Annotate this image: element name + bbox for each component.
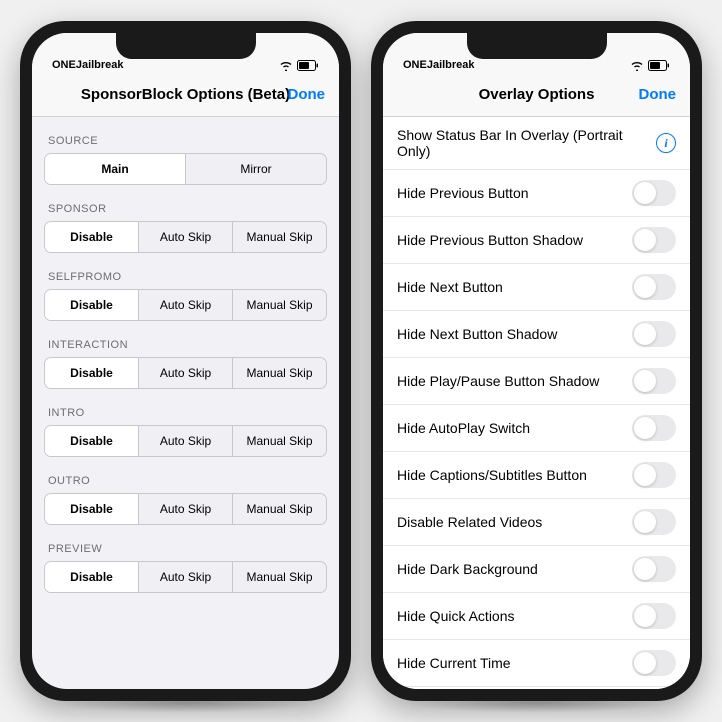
wifi-icon	[630, 60, 644, 71]
segment-option[interactable]: Disable	[45, 562, 139, 592]
segment-option[interactable]: Mirror	[186, 154, 326, 184]
row-label: Hide Current Time	[397, 655, 632, 671]
settings-row[interactable]: Hide Captions/Subtitles Button	[383, 452, 690, 499]
status-icons	[279, 60, 319, 71]
toggle-switch[interactable]	[632, 274, 676, 300]
toggle-switch[interactable]	[632, 556, 676, 582]
segment-option[interactable]: Manual Skip	[233, 290, 326, 320]
segment-option[interactable]: Disable	[45, 222, 139, 252]
settings-row[interactable]: Hide Duration	[383, 687, 690, 689]
info-icon[interactable]: i	[656, 133, 676, 153]
carrier-label: ONEJailbreak	[403, 59, 475, 71]
screen-right: ONEJailbreak Overlay Options Done Show S…	[383, 33, 690, 689]
row-label: Hide Previous Button	[397, 185, 632, 201]
status-icons	[630, 60, 670, 71]
row-label: Hide Next Button	[397, 279, 632, 295]
toggle-switch[interactable]	[632, 227, 676, 253]
settings-row[interactable]: Hide Next Button	[383, 264, 690, 311]
segmented-control[interactable]: DisableAuto SkipManual Skip	[44, 289, 327, 321]
settings-row[interactable]: Hide Previous Button	[383, 170, 690, 217]
done-button[interactable]: Done	[288, 86, 326, 103]
page-title: SponsorBlock Options (Beta)	[81, 86, 290, 103]
row-label: Hide Next Button Shadow	[397, 326, 632, 342]
settings-content[interactable]: SOURCEMainMirrorSPONSORDisableAuto SkipM…	[32, 117, 339, 689]
row-label: Hide Captions/Subtitles Button	[397, 467, 632, 483]
segment-option[interactable]: Main	[45, 154, 186, 184]
segment-option[interactable]: Manual Skip	[233, 358, 326, 388]
section-header: INTERACTION	[32, 321, 339, 357]
phone-right: ONEJailbreak Overlay Options Done Show S…	[371, 21, 702, 701]
segmented-control[interactable]: MainMirror	[44, 153, 327, 185]
wifi-icon	[279, 60, 293, 71]
segment-option[interactable]: Disable	[45, 290, 139, 320]
nav-bar: SponsorBlock Options (Beta) Done	[32, 73, 339, 117]
row-label: Hide Play/Pause Button Shadow	[397, 373, 632, 389]
toggle-switch[interactable]	[632, 603, 676, 629]
section-header: SELFPROMO	[32, 253, 339, 289]
toggle-switch[interactable]	[632, 180, 676, 206]
segmented-control[interactable]: DisableAuto SkipManual Skip	[44, 357, 327, 389]
segment-option[interactable]: Disable	[45, 358, 139, 388]
segment-option[interactable]: Manual Skip	[233, 426, 326, 456]
battery-icon	[648, 60, 670, 71]
segmented-control[interactable]: DisableAuto SkipManual Skip	[44, 221, 327, 253]
settings-row[interactable]: Disable Related Videos	[383, 499, 690, 546]
status-bar: ONEJailbreak	[32, 33, 339, 73]
settings-row[interactable]: Hide AutoPlay Switch	[383, 405, 690, 452]
phone-left: ONEJailbreak SponsorBlock Options (Beta)…	[20, 21, 351, 701]
section-header: SPONSOR	[32, 185, 339, 221]
segment-option[interactable]: Auto Skip	[139, 358, 233, 388]
segment-option[interactable]: Manual Skip	[233, 222, 326, 252]
toggle-switch[interactable]	[632, 415, 676, 441]
row-label: Hide Quick Actions	[397, 608, 632, 624]
segment-option[interactable]: Auto Skip	[139, 562, 233, 592]
screen-left: ONEJailbreak SponsorBlock Options (Beta)…	[32, 33, 339, 689]
carrier-label: ONEJailbreak	[52, 59, 124, 71]
section-header: INTRO	[32, 389, 339, 425]
segmented-control[interactable]: DisableAuto SkipManual Skip	[44, 561, 327, 593]
row-label: Disable Related Videos	[397, 514, 632, 530]
battery-icon	[297, 60, 319, 71]
nav-bar: Overlay Options Done	[383, 73, 690, 117]
segment-option[interactable]: Disable	[45, 426, 139, 456]
settings-row[interactable]: Show Status Bar In Overlay (Portrait Onl…	[383, 117, 690, 170]
segment-option[interactable]: Manual Skip	[233, 494, 326, 524]
segment-option[interactable]: Manual Skip	[233, 562, 326, 592]
segmented-control[interactable]: DisableAuto SkipManual Skip	[44, 425, 327, 457]
toggle-switch[interactable]	[632, 321, 676, 347]
segment-option[interactable]: Auto Skip	[139, 222, 233, 252]
row-label: Hide Dark Background	[397, 561, 632, 577]
segment-option[interactable]: Auto Skip	[139, 426, 233, 456]
section-header: PREVIEW	[32, 525, 339, 561]
settings-row[interactable]: Hide Current Time	[383, 640, 690, 687]
status-bar: ONEJailbreak	[383, 33, 690, 73]
segment-option[interactable]: Auto Skip	[139, 290, 233, 320]
row-label: Hide Previous Button Shadow	[397, 232, 632, 248]
row-label: Show Status Bar In Overlay (Portrait Onl…	[397, 127, 656, 159]
settings-content[interactable]: Show Status Bar In Overlay (Portrait Onl…	[383, 117, 690, 689]
settings-row[interactable]: Hide Play/Pause Button Shadow	[383, 358, 690, 405]
row-label: Hide AutoPlay Switch	[397, 420, 632, 436]
section-header: OUTRO	[32, 457, 339, 493]
toggle-switch[interactable]	[632, 462, 676, 488]
settings-row[interactable]: Hide Dark Background	[383, 546, 690, 593]
segment-option[interactable]: Auto Skip	[139, 494, 233, 524]
done-button[interactable]: Done	[639, 86, 677, 103]
segment-option[interactable]: Disable	[45, 494, 139, 524]
settings-list: Show Status Bar In Overlay (Portrait Onl…	[383, 117, 690, 689]
settings-row[interactable]: Hide Next Button Shadow	[383, 311, 690, 358]
toggle-switch[interactable]	[632, 509, 676, 535]
toggle-switch[interactable]	[632, 368, 676, 394]
segmented-control[interactable]: DisableAuto SkipManual Skip	[44, 493, 327, 525]
section-header: SOURCE	[32, 117, 339, 153]
settings-row[interactable]: Hide Quick Actions	[383, 593, 690, 640]
toggle-switch[interactable]	[632, 650, 676, 676]
page-title: Overlay Options	[479, 86, 595, 103]
settings-row[interactable]: Hide Previous Button Shadow	[383, 217, 690, 264]
